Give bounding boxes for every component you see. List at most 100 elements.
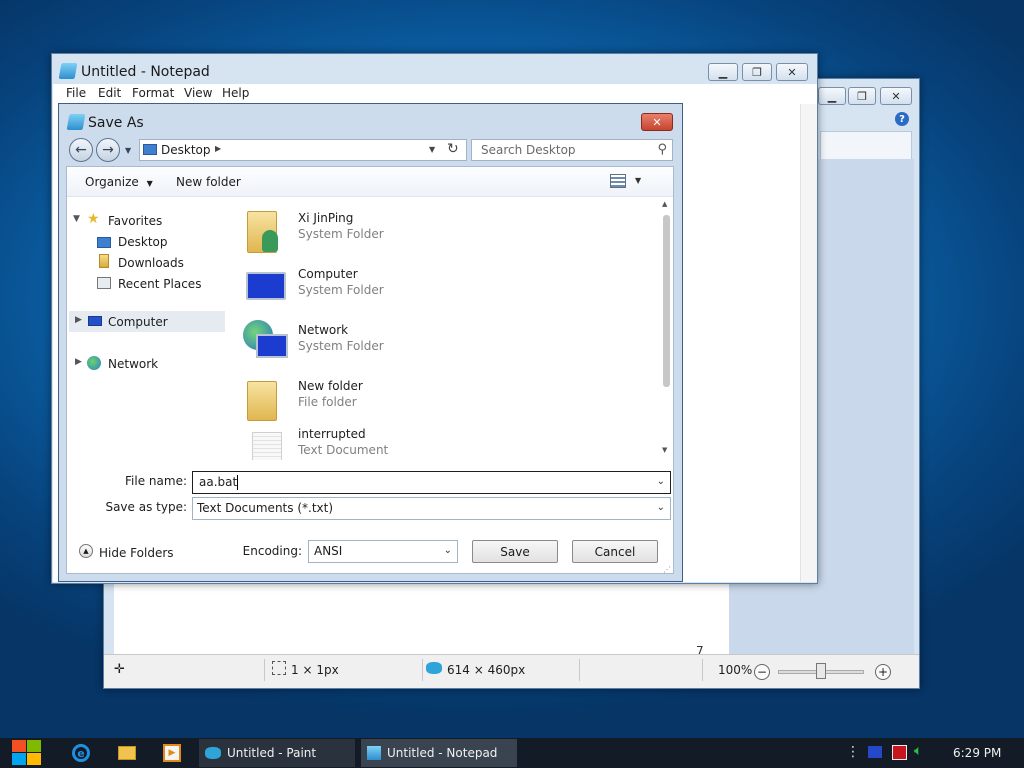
taskbar-paint[interactable]: Untitled - Paint bbox=[199, 739, 355, 767]
breadcrumb-chevron-icon[interactable]: ▶ bbox=[215, 144, 221, 153]
start-logo-red bbox=[12, 740, 26, 752]
search-placeholder: Search Desktop bbox=[481, 143, 576, 157]
taskbar: e ▶ Untitled - Paint Untitled - Notepad … bbox=[0, 738, 1024, 768]
computer-icon bbox=[246, 272, 286, 300]
notepad-maximize-button[interactable]: ❐ bbox=[742, 63, 772, 81]
file-name-input[interactable]: aa.bat ⌄ bbox=[192, 471, 671, 494]
new-folder-button[interactable]: New folder bbox=[176, 175, 241, 189]
zoom-out-button[interactable]: − bbox=[754, 664, 770, 680]
image-size-icon bbox=[426, 662, 442, 674]
file-item-name: Computer bbox=[298, 267, 358, 281]
menu-edit[interactable]: Edit bbox=[98, 86, 121, 100]
file-item[interactable]: New folder File folder bbox=[242, 376, 652, 430]
save-button[interactable]: Save bbox=[472, 540, 558, 563]
zoom-in-button[interactable]: + bbox=[875, 664, 891, 680]
refresh-icon[interactable]: ↻ bbox=[447, 141, 459, 157]
paint-icon bbox=[205, 747, 221, 759]
internet-explorer-icon[interactable]: e bbox=[72, 744, 90, 762]
hide-folders-button[interactable]: Hide Folders bbox=[99, 546, 174, 560]
resize-grip-icon[interactable]: ⋰ bbox=[663, 565, 671, 574]
scroll-up-icon[interactable]: ▲ bbox=[662, 200, 667, 208]
recent-locations-chevron-icon[interactable]: ▼ bbox=[125, 146, 131, 155]
scroll-thumb[interactable] bbox=[663, 215, 670, 387]
notepad-minimize-button[interactable]: ▁ bbox=[708, 63, 738, 81]
nav-network[interactable]: Network bbox=[108, 357, 158, 371]
view-options-chevron-icon[interactable]: ▼ bbox=[635, 176, 641, 185]
file-list-scrollbar[interactable]: ▲ ▼ bbox=[660, 198, 672, 460]
taskbar-paint-label: Untitled - Paint bbox=[227, 746, 317, 760]
paint-minimize-button[interactable]: ▁ bbox=[818, 87, 846, 105]
recent-places-icon bbox=[97, 277, 111, 289]
menu-format[interactable]: Format bbox=[132, 86, 174, 100]
nav-computer[interactable]: Computer bbox=[108, 315, 168, 329]
network-expand-icon[interactable]: ▶ bbox=[75, 357, 82, 367]
paint-maximize-button[interactable]: ❐ bbox=[848, 87, 876, 105]
save-type-select[interactable]: Text Documents (*.txt) ⌄ bbox=[192, 497, 671, 520]
search-input[interactable]: Search Desktop ⚲ bbox=[471, 139, 673, 161]
save-type-value: Text Documents (*.txt) bbox=[197, 501, 334, 515]
taskbar-notepad[interactable]: Untitled - Notepad bbox=[361, 739, 517, 767]
overflow-icon[interactable]: ⋮ bbox=[846, 744, 860, 760]
forward-button[interactable]: → bbox=[96, 138, 120, 162]
save-as-dialog: Save As ✕ ← → ▼ Desktop ▶ ▼ ↻ Search Des… bbox=[58, 103, 683, 582]
volume-icon[interactable]: 🔈︎ bbox=[914, 743, 922, 759]
back-button[interactable]: ← bbox=[69, 138, 93, 162]
taskbar-notepad-label: Untitled - Notepad bbox=[387, 746, 498, 760]
file-item[interactable]: interrupted Text Document bbox=[242, 424, 652, 460]
paint-close-button[interactable]: ✕ bbox=[880, 87, 912, 105]
file-explorer-icon[interactable] bbox=[118, 746, 136, 760]
file-item-name: interrupted bbox=[298, 427, 366, 441]
hide-folders-icon[interactable]: ▲ bbox=[79, 544, 93, 558]
file-item-name: New folder bbox=[298, 379, 363, 393]
file-name-dropdown-icon[interactable]: ⌄ bbox=[657, 476, 665, 487]
notepad-close-button[interactable]: ✕ bbox=[776, 63, 808, 81]
save-as-close-button[interactable]: ✕ bbox=[641, 113, 673, 131]
file-item[interactable]: Computer System Folder bbox=[242, 264, 652, 318]
address-bar[interactable]: Desktop ▶ ▼ ↻ bbox=[139, 139, 467, 161]
tray-app-icon[interactable] bbox=[892, 745, 907, 760]
file-name-label: File name: bbox=[125, 474, 187, 488]
nav-favorites[interactable]: Favorites bbox=[108, 214, 162, 228]
search-icon[interactable]: ⚲ bbox=[657, 142, 667, 157]
breadcrumb-desktop[interactable]: Desktop bbox=[161, 143, 211, 157]
encoding-select[interactable]: ANSI ⌄ bbox=[308, 540, 458, 563]
computer-expand-icon[interactable]: ▶ bbox=[75, 315, 82, 325]
nav-desktop[interactable]: Desktop bbox=[118, 235, 168, 249]
cancel-button[interactable]: Cancel bbox=[572, 540, 658, 563]
help-icon[interactable]: ? bbox=[895, 112, 909, 126]
save-type-dropdown-icon[interactable]: ⌄ bbox=[657, 502, 665, 513]
address-dropdown-icon[interactable]: ▼ bbox=[429, 145, 435, 154]
clock[interactable]: 6:29 PM bbox=[953, 746, 1001, 760]
file-item-name: Network bbox=[298, 323, 349, 337]
desktop-icon bbox=[143, 144, 157, 155]
notepad-icon bbox=[367, 746, 381, 760]
organize-button[interactable]: Organize ▼ bbox=[85, 175, 153, 189]
notepad-vertical-scrollbar[interactable] bbox=[800, 104, 817, 582]
file-item-type: System Folder bbox=[298, 339, 384, 353]
start-button[interactable] bbox=[11, 739, 43, 767]
start-logo-green bbox=[27, 740, 41, 752]
nav-downloads[interactable]: Downloads bbox=[118, 256, 184, 270]
menu-file[interactable]: File bbox=[66, 86, 86, 100]
text-document-icon bbox=[252, 432, 282, 460]
menu-view[interactable]: View bbox=[184, 86, 212, 100]
folder-icon bbox=[247, 381, 277, 421]
favorites-expand-icon[interactable]: ▼ bbox=[73, 214, 80, 224]
file-item[interactable]: Network System Folder bbox=[242, 320, 652, 374]
view-options-icon[interactable] bbox=[610, 174, 626, 188]
nav-recent-places[interactable]: Recent Places bbox=[118, 277, 201, 291]
save-type-label: Save as type: bbox=[105, 500, 187, 514]
navigation-pane: ▼ ★ Favorites Desktop Downloads Recent P… bbox=[67, 198, 237, 460]
zoom-slider-thumb[interactable] bbox=[816, 663, 826, 679]
status-dimensions: 1 × 1px bbox=[291, 663, 339, 677]
selection-size-icon bbox=[272, 661, 286, 675]
computer-icon bbox=[88, 316, 102, 326]
action-center-flag-icon[interactable] bbox=[868, 746, 882, 758]
menu-help[interactable]: Help bbox=[222, 86, 249, 100]
organize-chevron-icon: ▼ bbox=[146, 179, 153, 188]
encoding-dropdown-icon[interactable]: ⌄ bbox=[444, 545, 452, 556]
file-item[interactable]: Xi JinPing System Folder bbox=[242, 208, 652, 262]
file-item-type: Text Document bbox=[298, 443, 389, 457]
scroll-down-icon[interactable]: ▼ bbox=[662, 446, 667, 454]
media-player-icon[interactable]: ▶ bbox=[163, 744, 181, 762]
